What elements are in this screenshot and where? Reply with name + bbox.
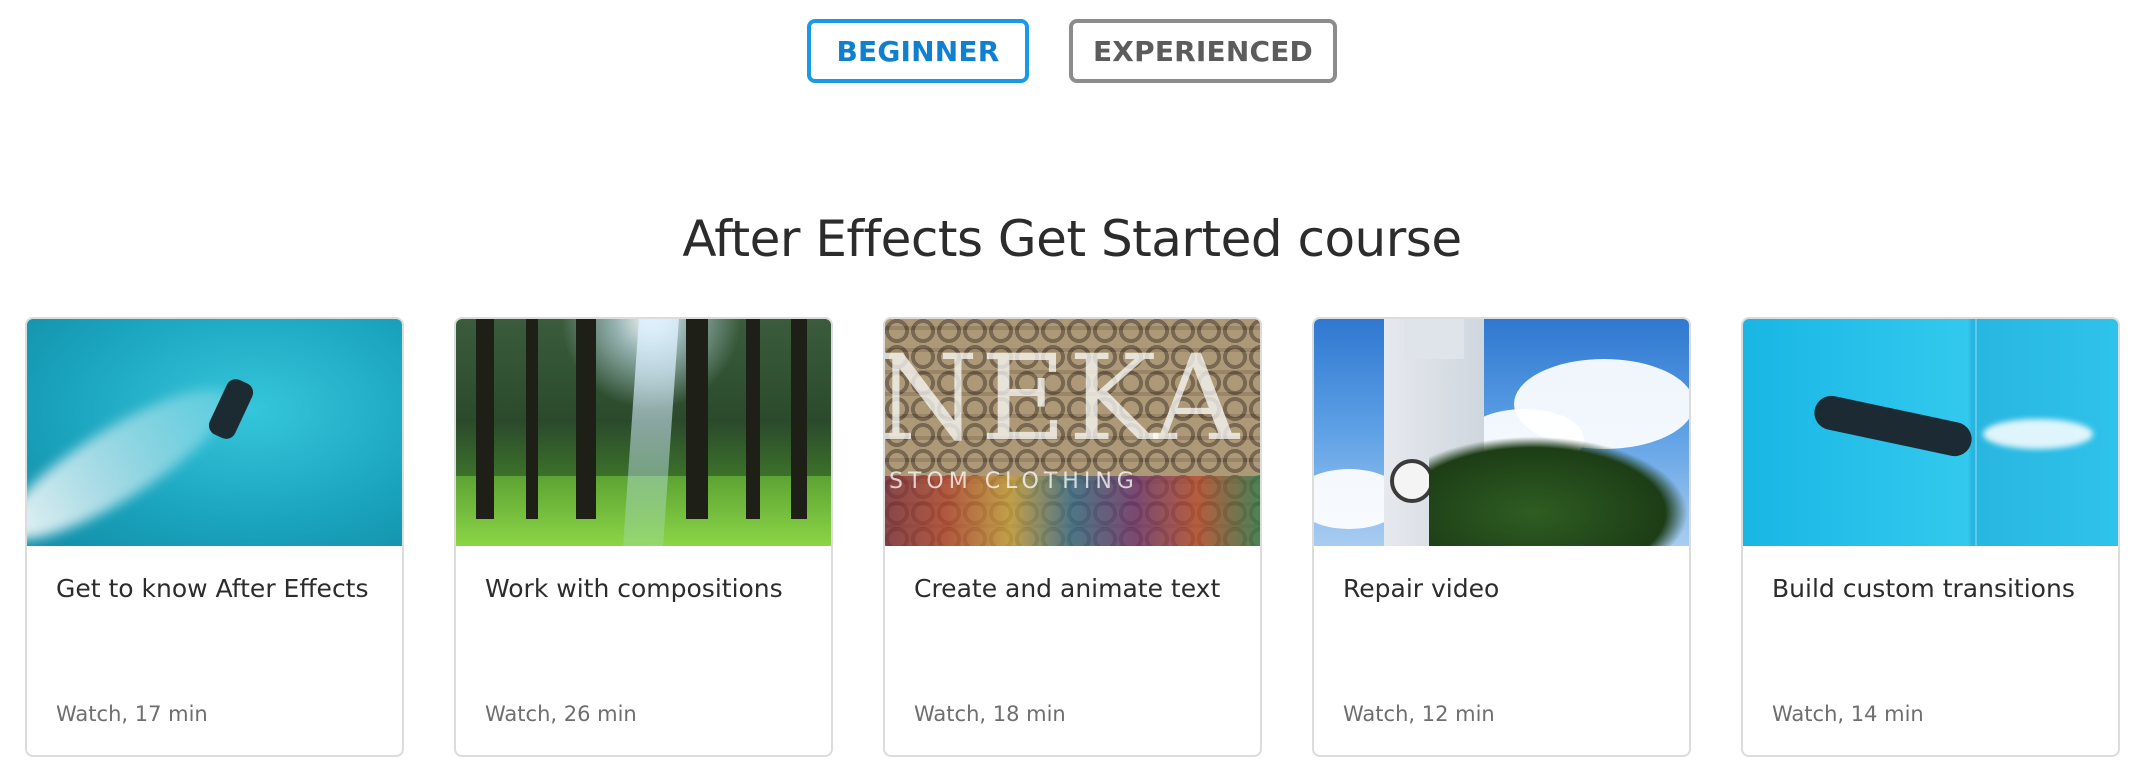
forest-image	[456, 319, 831, 546]
clock-face-icon	[1390, 459, 1434, 503]
course-card[interactable]: Repair video Watch, 12 min	[1312, 317, 1691, 757]
boat-wake	[1983, 419, 2093, 449]
tower-spire	[1404, 319, 1464, 359]
experienced-tab[interactable]: EXPERIENCED	[1069, 19, 1337, 83]
level-toggle-group: BEGINNER EXPERIENCED	[0, 19, 2144, 83]
card-duration: Watch, 14 min	[1772, 702, 1924, 726]
course-card[interactable]: Get to know After Effects Watch, 17 min	[25, 317, 404, 757]
course-title: After Effects Get Started course	[682, 210, 1462, 268]
underwater-image	[1743, 319, 2118, 546]
course-card[interactable]: Build custom transitions Watch, 14 min	[1741, 317, 2120, 757]
palm-trees	[1429, 436, 1689, 546]
card-title: Work with compositions	[485, 574, 783, 603]
tree-trunk	[476, 319, 494, 519]
card-duration: Watch, 17 min	[56, 702, 208, 726]
tree-trunk	[576, 319, 596, 519]
card-title: Create and animate text	[914, 574, 1221, 603]
water-spray	[27, 365, 246, 546]
card-duration: Watch, 12 min	[1343, 702, 1495, 726]
card-duration: Watch, 18 min	[914, 702, 1066, 726]
split-divider	[1975, 319, 1977, 546]
tree-trunk	[526, 319, 538, 519]
tree-trunk	[791, 319, 807, 519]
card-duration: Watch, 26 min	[485, 702, 637, 726]
card-title: Build custom transitions	[1772, 574, 2075, 603]
ocean-jetpack-image	[27, 319, 402, 546]
course-card[interactable]: Work with compositions Watch, 26 min	[454, 317, 833, 757]
overlay-logo-text: NEKA	[885, 329, 1241, 467]
card-title: Get to know After Effects	[56, 574, 369, 603]
card-title: Repair video	[1343, 574, 1500, 603]
tree-trunk	[746, 319, 760, 519]
beginner-tab[interactable]: BEGINNER	[807, 19, 1029, 83]
fabric-rolls-image: NEKA STOM CLOTHING	[885, 319, 1260, 546]
course-card-list: Get to know After Effects Watch, 17 min …	[25, 317, 2120, 757]
diver-figure	[1811, 392, 1975, 460]
course-card[interactable]: NEKA STOM CLOTHING Create and animate te…	[883, 317, 1262, 757]
overlay-tagline-text: STOM CLOTHING	[889, 469, 1139, 494]
tree-trunk	[686, 319, 708, 519]
clock-tower-image	[1314, 319, 1689, 546]
